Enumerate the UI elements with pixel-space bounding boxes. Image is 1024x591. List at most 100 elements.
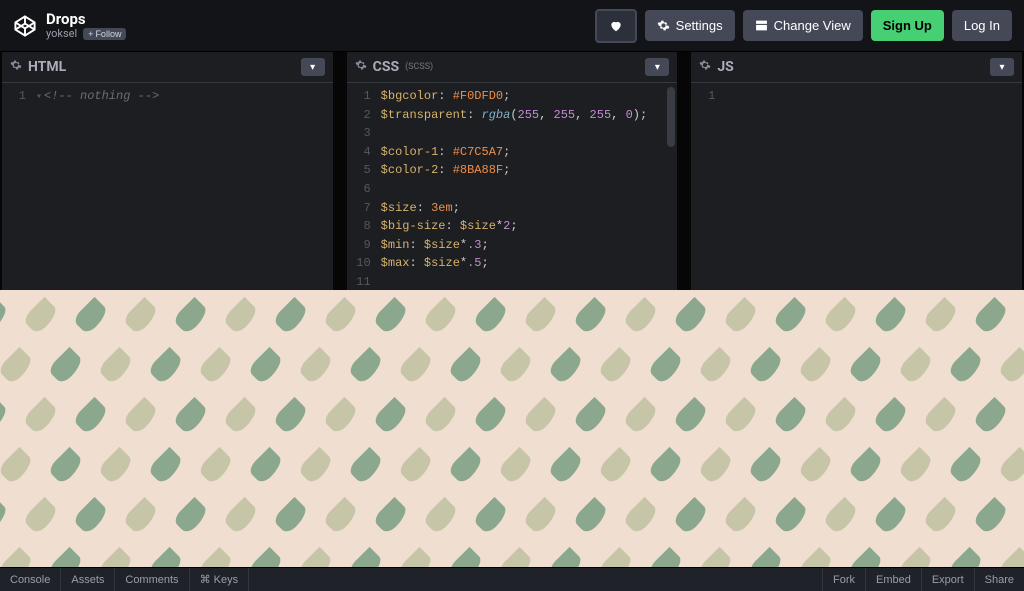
drop-shape (622, 397, 660, 435)
drop-shape (0, 397, 10, 435)
drop-shape (547, 547, 585, 567)
drop-shape (697, 547, 735, 567)
drop-shape (197, 547, 235, 567)
drop-shape (397, 347, 435, 385)
signup-button[interactable]: Sign Up (871, 10, 944, 41)
drop-shape (72, 497, 110, 535)
drop-shape (97, 347, 135, 385)
drop-shape (322, 397, 360, 435)
drop-shape (572, 397, 610, 435)
drop-shape (172, 297, 210, 335)
drop-shape (847, 447, 885, 485)
drop-shape (772, 297, 810, 335)
drop-shape (322, 297, 360, 335)
login-button[interactable]: Log In (952, 10, 1012, 41)
keys-button[interactable]: ⌘ Keys (190, 568, 250, 591)
drop-shape (597, 547, 635, 567)
drop-shape (997, 347, 1024, 385)
drop-shape (872, 497, 910, 535)
drop-shape (622, 497, 660, 535)
follow-button[interactable]: + Follow (83, 28, 126, 40)
scrollbar-thumb[interactable] (667, 87, 675, 147)
footer-bar: Console Assets Comments ⌘ Keys Fork Embe… (0, 567, 1024, 591)
drop-shape (947, 547, 985, 567)
gear-icon[interactable] (355, 59, 367, 75)
drop-shape (922, 497, 960, 535)
drop-shape (722, 397, 760, 435)
heart-icon (609, 19, 623, 33)
drop-shape (797, 347, 835, 385)
gear-icon[interactable] (699, 59, 711, 75)
author-name[interactable]: yoksel (46, 28, 77, 41)
comments-button[interactable]: Comments (115, 568, 189, 591)
drop-shape (672, 397, 710, 435)
drop-shape (672, 297, 710, 335)
panel-menu-button[interactable]: ▾ (645, 58, 669, 76)
drop-shape (847, 347, 885, 385)
chevron-down-icon: ▾ (310, 62, 315, 73)
panel-menu-button[interactable]: ▾ (990, 58, 1014, 76)
drop-shape (372, 497, 410, 535)
drop-shape (747, 447, 785, 485)
drop-shape (222, 297, 260, 335)
drop-shape (447, 547, 485, 567)
heart-button[interactable] (595, 9, 637, 43)
drop-shape (22, 497, 60, 535)
drop-shape (272, 297, 310, 335)
drop-shape (147, 547, 185, 567)
code-line: <!-- nothing --> (44, 89, 159, 103)
drop-shape (47, 347, 85, 385)
drop-shape (997, 547, 1024, 567)
editor-css[interactable]: 123456789101112131415 $bgcolor: #F0DFD0;… (347, 83, 678, 290)
drop-shape (47, 547, 85, 567)
drop-shape (272, 397, 310, 435)
gear-icon[interactable] (10, 59, 22, 75)
embed-button[interactable]: Embed (865, 568, 921, 591)
share-button[interactable]: Share (974, 568, 1024, 591)
drop-shape (447, 447, 485, 485)
drop-shape (722, 497, 760, 535)
assets-button[interactable]: Assets (61, 568, 115, 591)
editor-js[interactable]: 1 (691, 83, 1022, 290)
drop-shape (722, 297, 760, 335)
plus-icon: + (88, 29, 93, 39)
drop-shape (297, 347, 335, 385)
drop-shape (222, 397, 260, 435)
drop-shape (797, 547, 835, 567)
drop-shape (872, 297, 910, 335)
drop-shape (847, 547, 885, 567)
drop-shape (897, 347, 935, 385)
drop-shape (297, 547, 335, 567)
drop-shape (347, 347, 385, 385)
drop-shape (772, 397, 810, 435)
drop-shape (447, 347, 485, 385)
drop-shape (147, 447, 185, 485)
drop-shape (97, 547, 135, 567)
panel-title: HTML (28, 59, 66, 75)
drop-shape (672, 497, 710, 535)
panel-title: JS (717, 59, 733, 75)
settings-button[interactable]: Settings (645, 10, 735, 41)
drop-shape (247, 347, 285, 385)
drop-shape (397, 447, 435, 485)
console-button[interactable]: Console (0, 568, 61, 591)
codepen-logo-icon (12, 13, 38, 39)
gear-icon (657, 19, 670, 32)
drop-shape (547, 447, 585, 485)
panel-menu-button[interactable]: ▾ (301, 58, 325, 76)
drop-shape (822, 297, 860, 335)
editor-html[interactable]: 1 ▾<!-- nothing --> (2, 83, 333, 290)
drop-shape (372, 297, 410, 335)
command-icon: ⌘ (200, 574, 214, 586)
fork-button[interactable]: Fork (822, 568, 865, 591)
drop-shape (622, 297, 660, 335)
export-button[interactable]: Export (921, 568, 974, 591)
drop-shape (497, 347, 535, 385)
change-view-button[interactable]: Change View (743, 10, 863, 41)
chevron-down-icon: ▾ (1000, 62, 1005, 73)
drop-shape (147, 347, 185, 385)
scrollbar[interactable] (667, 85, 675, 288)
pen-title: Drops (46, 11, 126, 28)
drop-shape (797, 447, 835, 485)
drop-shape (822, 497, 860, 535)
